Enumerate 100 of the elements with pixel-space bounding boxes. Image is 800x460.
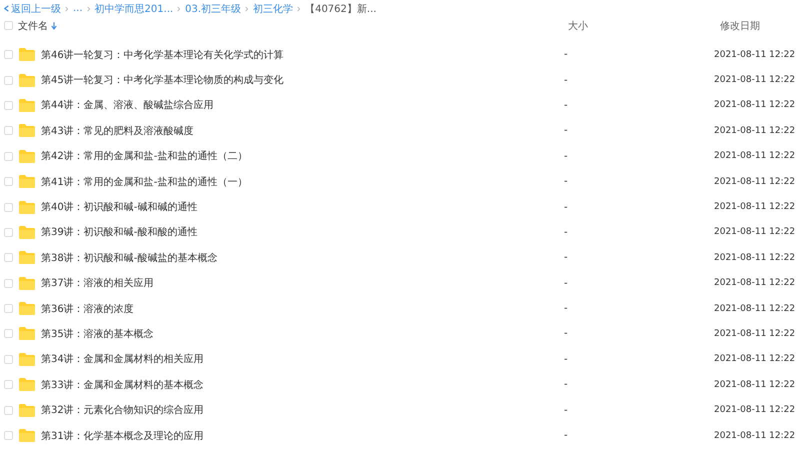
chevron-icon [177, 6, 182, 12]
file-name: 第40讲：初识酸和碱-碱和碱的通性 [41, 200, 198, 214]
file-row[interactable]: 第46讲一轮复习：中考化学基本理论有关化学式的计算 - 2021-08-11 12:22 [0, 42, 800, 68]
folder-icon [19, 226, 35, 239]
column-header[interactable]: 修改日期 [720, 18, 760, 32]
modified-date: 2021-08-11 12:22 [714, 304, 796, 314]
file-size: - [564, 125, 569, 136]
row-checkbox[interactable] [4, 304, 13, 314]
folder-icon [19, 276, 35, 290]
row-checkbox[interactable] [4, 228, 13, 237]
file-row[interactable]: 第35讲：溶液的基本概念 - 2021-08-11 12:22 [0, 321, 800, 347]
file-row[interactable]: 第44讲：金属、溶液、酸碱盐综合应用 - 2021-08-11 12:22 [0, 92, 800, 118]
folder-icon [19, 74, 35, 87]
folder-icon [19, 352, 35, 366]
row-checkbox[interactable] [4, 76, 13, 85]
file-name: 第41讲：常用的金属和盐-盐和盐的通性（一） [41, 176, 248, 189]
modified-date: 2021-08-11 12:22 [714, 126, 796, 136]
folder-icon [19, 48, 35, 62]
file-row[interactable]: 第32讲：元素化合物知识的综合应用 - 2021-08-11 12:22 [0, 397, 800, 423]
file-name: 第39讲：初识酸和碱-酸和酸的通性 [41, 226, 198, 240]
modified-date: 2021-08-11 12:22 [714, 151, 796, 162]
modified-date: 2021-08-11 12:22 [714, 354, 796, 364]
file-row[interactable]: 第33讲：金属和金属材料的基本概念 - 2021-08-11 12:22 [0, 372, 800, 398]
file-row[interactable]: 第34讲：金属和金属材料的相关应用 - 2021-08-11 12:22 [0, 346, 800, 372]
file-row[interactable]: 第45讲一轮复习：中考化学基本理论物质的构成与变化 - 2021-08-11 12:22 [0, 67, 800, 93]
row-checkbox[interactable] [4, 50, 13, 60]
file-row[interactable]: 第41讲：常用的金属和盐-盐和盐的通性（一） - 2021-08-11 12:22 [0, 168, 800, 194]
file-size: - [564, 379, 569, 390]
row-checkbox[interactable] [4, 253, 13, 262]
chevron-icon [245, 6, 250, 12]
row-checkbox[interactable] [4, 354, 13, 364]
file-size: - [564, 74, 569, 86]
folder-icon [19, 378, 35, 392]
modified-date: 2021-08-11 12:22 [714, 100, 796, 110]
row-checkbox[interactable] [4, 278, 13, 288]
file-size: - [564, 303, 569, 314]
file-row[interactable]: 第40讲：初识酸和碱-碱和碱的通性 - 2021-08-11 12:22 [0, 194, 800, 220]
row-checkbox[interactable] [4, 126, 13, 136]
file-name: 第38讲：初识酸和碱-酸碱盐的基本概念 [41, 252, 218, 265]
row-checkbox[interactable] [4, 152, 13, 161]
row-checkbox[interactable] [4, 329, 13, 338]
file-size: - [564, 49, 569, 60]
file-size: - [564, 354, 569, 365]
chevron-icon [297, 6, 302, 12]
row-checkbox[interactable] [4, 406, 13, 415]
file-row[interactable]: 第42讲：常用的金属和盐-盐和盐的通性（二） - 2021-08-11 12:22 [0, 144, 800, 169]
file-name: 第32讲：元素化合物知识的综合应用 [41, 404, 204, 418]
file-name: 第37讲：溶液的相关应用 [41, 276, 154, 290]
row-checkbox[interactable] [4, 202, 13, 212]
file-row[interactable]: 第38讲：初识酸和碱-酸碱盐的基本概念 - 2021-08-11 12:22 [0, 245, 800, 271]
file-name: 第42讲：常用的金属和盐-盐和盐的通性（二） [41, 150, 248, 164]
folder-icon [19, 175, 35, 188]
column-header[interactable]: 大小 [568, 18, 588, 32]
file-size: - [564, 430, 569, 442]
file-size: - [564, 328, 569, 340]
file-name: 第46讲一轮复习：中考化学基本理论有关化学式的计算 [41, 48, 284, 62]
file-name: 第33讲：金属和金属材料的基本概念 [41, 378, 204, 392]
row-checkbox[interactable] [4, 177, 13, 186]
modified-date: 2021-08-11 12:22 [714, 252, 796, 263]
modified-date: 2021-08-11 12:22 [714, 75, 796, 86]
modified-date: 2021-08-11 12:22 [714, 278, 796, 288]
row-checkbox[interactable] [4, 380, 13, 390]
folder-icon [19, 404, 35, 417]
modified-date: 2021-08-11 12:22 [714, 328, 796, 339]
file-name: 第31讲：化学基本概念及理论的应用 [41, 430, 204, 443]
file-size: - [564, 226, 569, 238]
file-row[interactable]: 第31讲：化学基本概念及理论的应用 - 2021-08-11 12:22 [0, 422, 800, 448]
file-name: 第45讲一轮复习：中考化学基本理论物质的构成与变化 [41, 74, 284, 88]
row-checkbox[interactable] [4, 431, 13, 440]
file-name: 第36讲：溶液的浓度 [41, 302, 134, 316]
file-name: 第34讲：金属和金属材料的相关应用 [41, 352, 204, 366]
select-all-checkbox[interactable] [4, 21, 13, 30]
file-size: - [564, 278, 569, 289]
file-size: - [564, 150, 569, 162]
file-size: - [564, 404, 569, 416]
chevron-icon [65, 6, 69, 12]
file-row[interactable]: 第43讲：常见的肥料及溶液酸碱度 - 2021-08-11 12:22 [0, 118, 800, 144]
folder-icon [19, 150, 35, 163]
folder-icon [19, 429, 35, 442]
row-checkbox[interactable] [4, 100, 13, 110]
folder-icon [19, 302, 35, 316]
modified-date: 2021-08-11 12:22 [714, 430, 796, 441]
file-row[interactable]: 第39讲：初识酸和碱-酸和酸的通性 - 2021-08-11 12:22 [0, 220, 800, 246]
modified-date: 2021-08-11 12:22 [714, 380, 796, 390]
folder-icon [19, 327, 35, 340]
folder-icon [19, 98, 35, 112]
chevron-icon [86, 6, 91, 12]
file-size: - [564, 252, 569, 264]
file-row[interactable]: 第36讲：溶液的浓度 - 2021-08-11 12:22 [0, 296, 800, 322]
modified-date: 2021-08-11 12:22 [714, 405, 796, 416]
folder-icon [19, 251, 35, 264]
modified-date: 2021-08-11 12:22 [714, 227, 796, 238]
folder-icon [19, 124, 35, 138]
folder-icon [19, 200, 35, 214]
modified-date: 2021-08-11 12:22 [714, 50, 796, 60]
file-size: - [564, 202, 569, 213]
file-row[interactable]: 第37讲：溶液的相关应用 - 2021-08-11 12:22 [0, 270, 800, 296]
modified-date: 2021-08-11 12:22 [714, 202, 796, 212]
file-name: 第35讲：溶液的基本概念 [41, 328, 154, 341]
column-header[interactable]: 文件名 [18, 18, 48, 32]
